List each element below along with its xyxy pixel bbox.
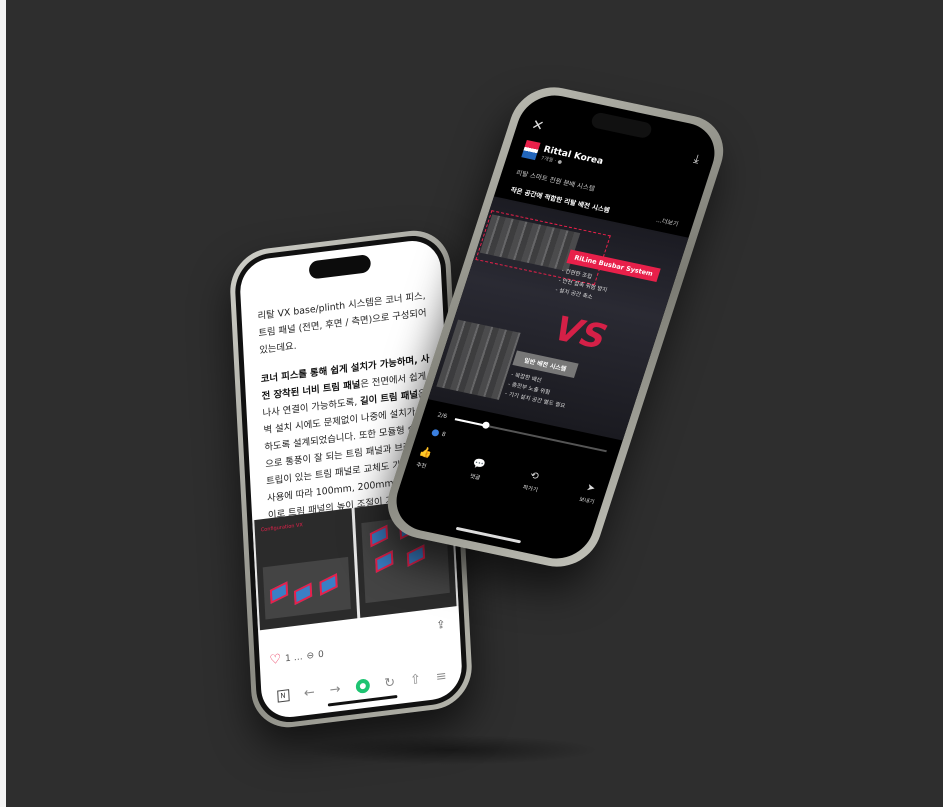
like-icon: 👍 [417,446,434,460]
slide-progress-thumb[interactable] [481,421,491,430]
frame-edge [0,0,6,807]
close-icon[interactable]: ✕ [529,117,545,135]
action-label: 보내기 [578,496,595,506]
like-count: 1 … [284,651,303,664]
action-label: 퍼가기 [521,484,539,494]
action-comment[interactable]: 💬 댓글 [468,458,487,482]
comment-icon[interactable]: ⊖ [306,650,314,661]
comment-count: 0 [317,649,325,660]
slide-progress-fill [454,418,486,427]
action-label: 추천 [415,462,428,471]
article-bold-2: 너비 트림 패널 [302,379,361,398]
forward-arrow-icon[interactable]: → [329,681,341,697]
image-panel-left: Configuration VX [254,508,357,631]
comment-icon: 💬 [471,458,487,472]
back-arrow-icon[interactable]: ← [303,685,315,701]
plinth-cube [374,550,393,574]
rittal-logo[interactable] [521,139,541,161]
repost-icon: ⟲ [528,470,541,483]
action-label: 댓글 [469,473,481,482]
configuration-illustration [262,556,351,620]
reaction-count-row: 8 [430,428,447,439]
action-repost[interactable]: ⟲ 퍼가기 [521,470,544,494]
reaction-dot-icon [430,428,440,437]
riline-bullets: - 간편한 조립 - 안전 접촉 위험 방지 - 설치 공간 축소 [554,266,612,305]
share-icon[interactable]: ⇪ [436,618,446,632]
post-image[interactable]: RiLine Busbar System - 간편한 조립 - 안전 접촉 위험… [428,196,689,441]
post-actions: 👍 추천 💬 댓글 ⟲ 퍼가기 ➤ 보내기 [414,447,600,506]
refresh-icon[interactable]: ↻ [384,675,396,691]
naver-icon[interactable]: N [276,689,290,703]
article-paragraph-1: 리탈 VX base/plinth 시스템은 코너 피스, 트림 패널 (전면,… [257,290,427,357]
base-cube [269,581,289,605]
dynamic-island [589,111,653,140]
plinth-cube [406,544,425,568]
dynamic-island [308,253,372,280]
heart-icon[interactable]: ♡ [269,652,281,668]
action-like[interactable]: 👍 추천 [414,447,433,471]
green-home-icon[interactable] [355,678,370,695]
post-header: Rittal Korea 7개월 · ● [521,139,605,174]
bookmark-icon[interactable]: ⇧ [410,671,422,687]
action-send[interactable]: ➤ 보내기 [578,482,600,506]
send-icon: ➤ [584,482,597,495]
vs-mark: VS [549,308,612,358]
reaction-count: 8 [440,430,447,439]
more-link[interactable]: ...더보기 [655,215,680,228]
conventional-bullets: - 복잡한 배선 - 충전부 노출 위험 - 기기 설치 공간 별도 필요 [503,370,572,411]
download-icon[interactable]: ⤓ [692,151,702,166]
base-cube [319,573,338,596]
base-cube [293,582,313,606]
phones-shadow [300,735,600,765]
reaction-row: ♡ 1 … ⊖ 0 [269,647,325,668]
article-bold-4: 길이 트림 패널 [359,389,419,408]
menu-icon[interactable]: ≡ [435,668,447,684]
slide-indicator: 2/6 [436,411,449,421]
